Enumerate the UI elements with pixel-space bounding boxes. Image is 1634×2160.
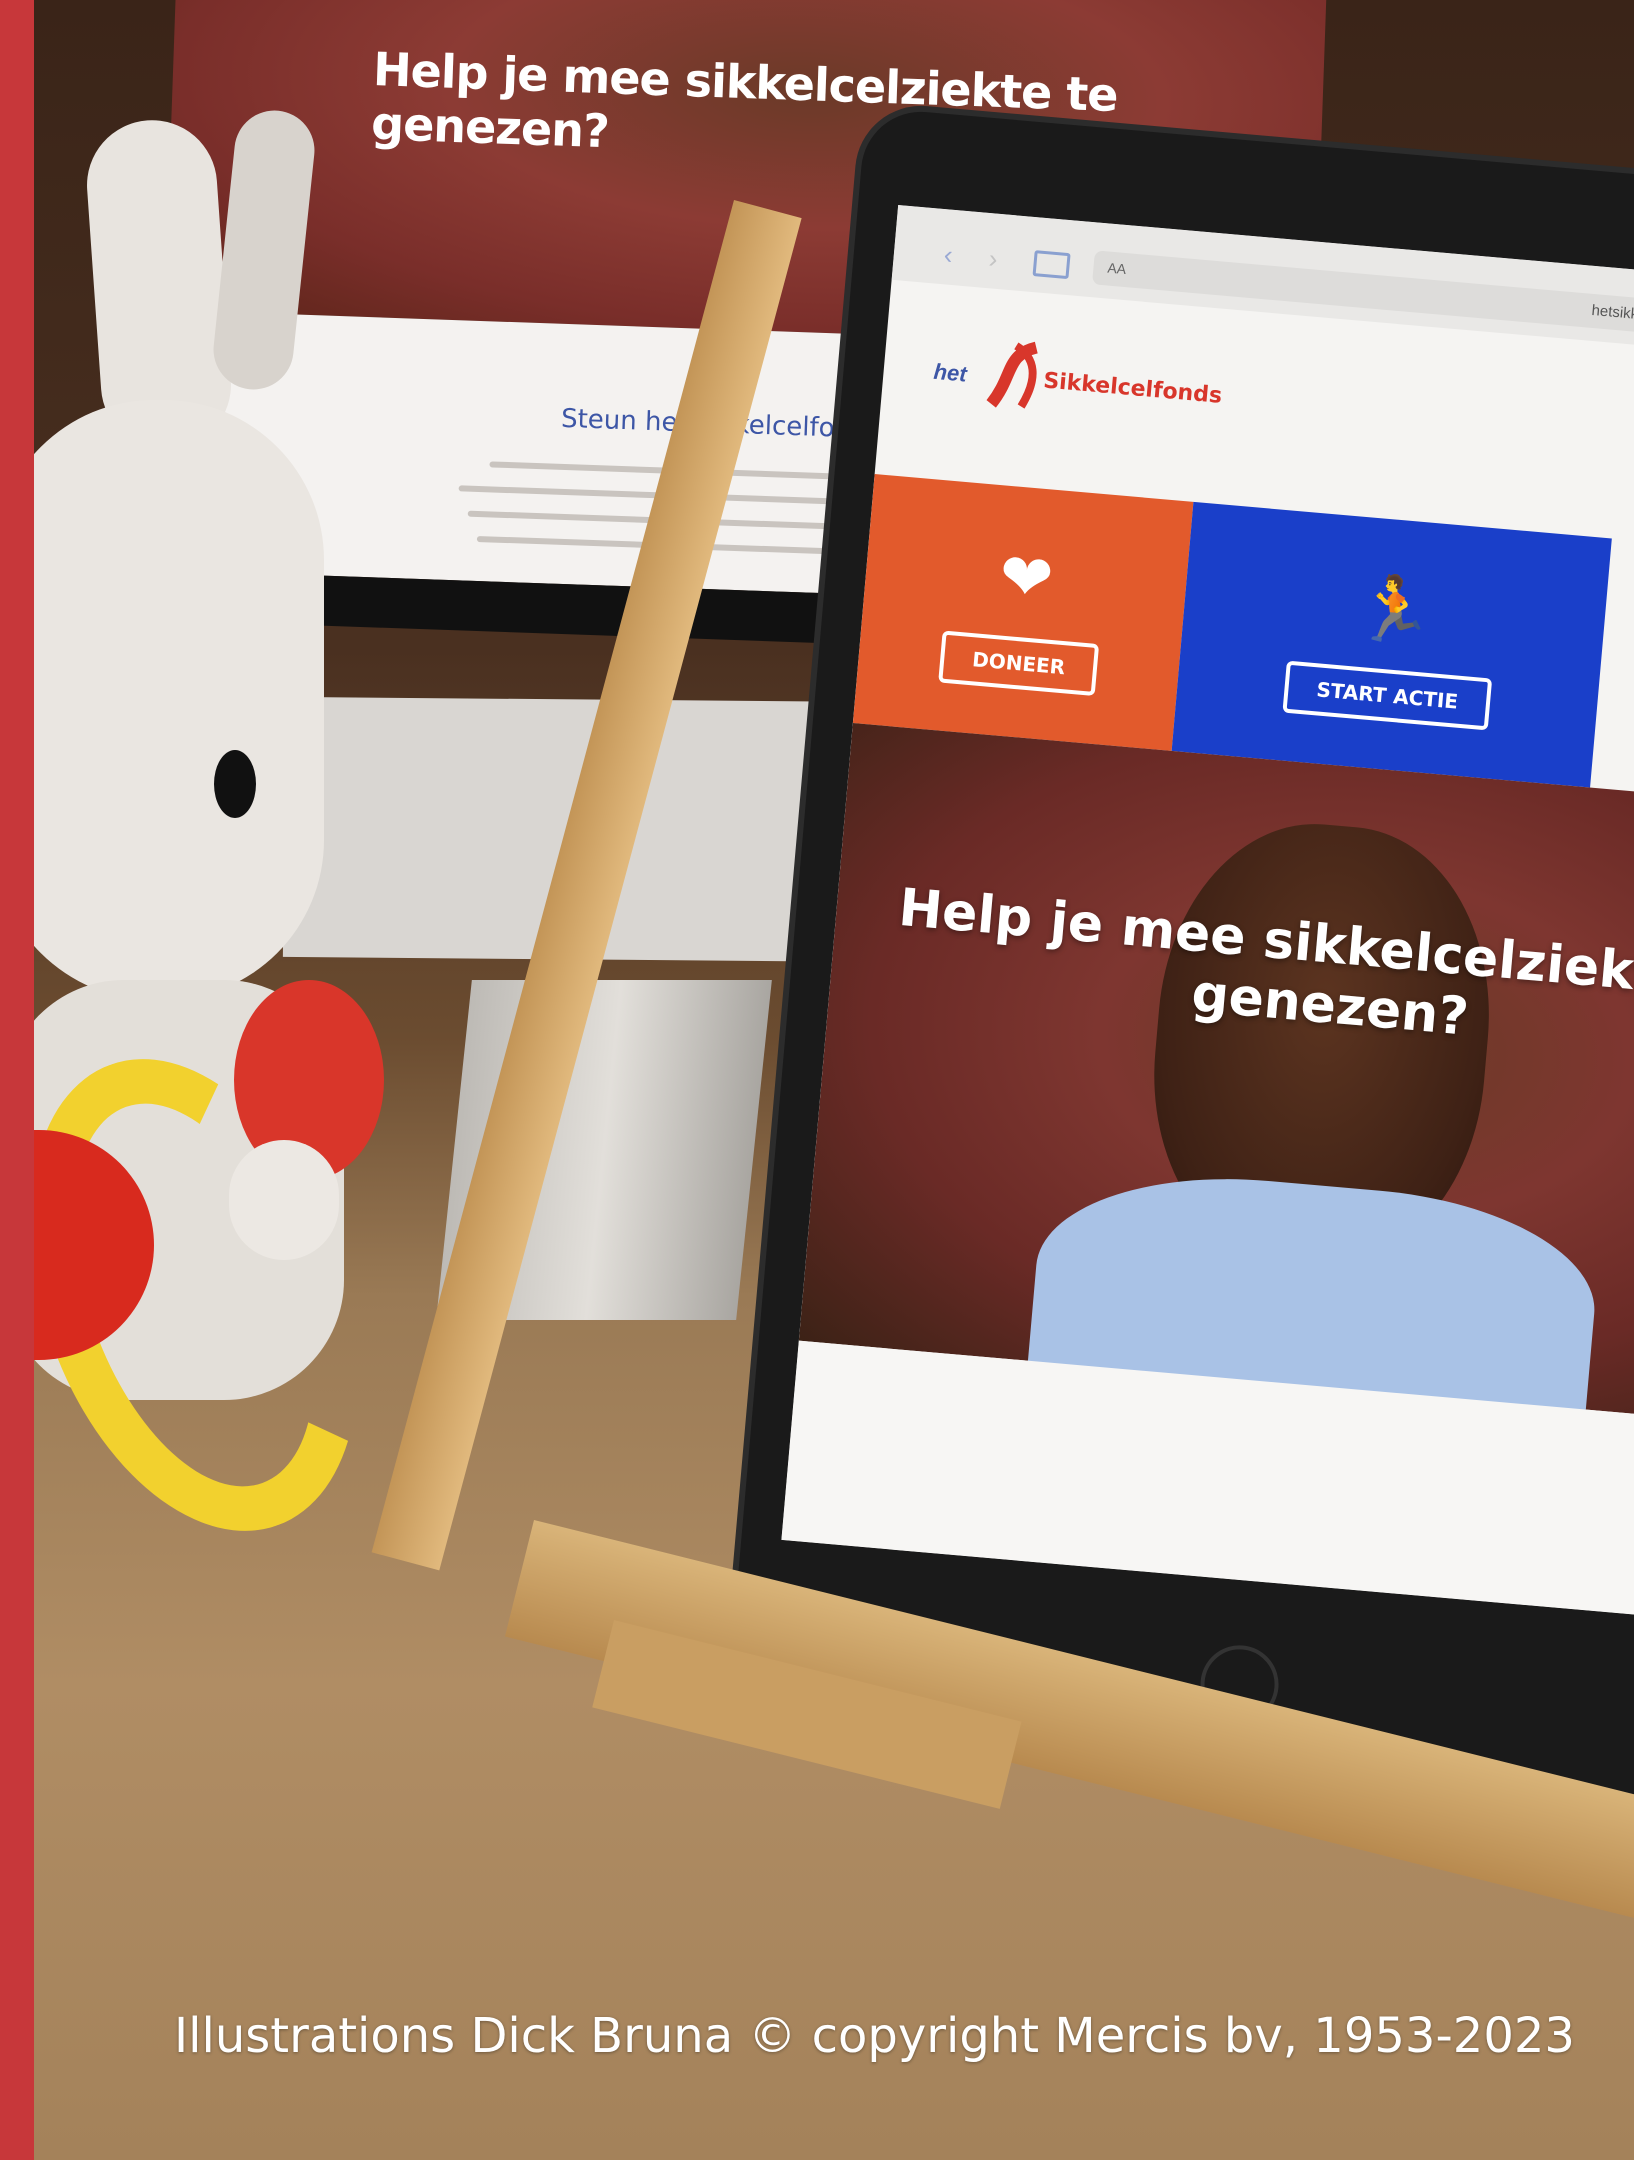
doneer-tile[interactable]: ❤ DONEER: [852, 473, 1194, 751]
running-person-icon: 🏃: [1351, 570, 1438, 650]
photo-scene: Help je mee sikkelcelziekte te genezen? …: [34, 0, 1634, 2160]
sikkelcelfonds-logo[interactable]: het Sikkelcelfonds: [931, 319, 1258, 437]
heart-hand-icon: ❤: [996, 539, 1057, 616]
hero-banner: Help je mee sikkelcelziekte te genezen?: [798, 723, 1634, 1470]
address-bar[interactable]: AA hetsikkelcelfonds: [1092, 250, 1634, 351]
red-side-strip: [0, 0, 34, 2160]
miffy-plush: [34, 100, 419, 1577]
paw: [229, 1140, 339, 1260]
back-arrow-icon[interactable]: ‹: [943, 239, 954, 271]
bookmarks-icon[interactable]: [1032, 250, 1071, 280]
logo-het: het: [932, 358, 968, 387]
head: [34, 400, 324, 1000]
tablet-screen: ‹ › AA hetsikkelcelfonds het Sikkelcelfo…: [781, 205, 1634, 1626]
ear-right: [209, 106, 319, 394]
copyright-caption: Illustrations Dick Bruna © copyright Mer…: [174, 2008, 1575, 2064]
start-actie-tile[interactable]: 🏃 START ACTIE: [1171, 501, 1612, 788]
tablet-device: ‹ › AA hetsikkelcelfonds het Sikkelcelfo…: [725, 106, 1634, 1814]
start-actie-button[interactable]: START ACTIE: [1282, 660, 1493, 731]
eye: [214, 750, 256, 818]
reader-aa-button[interactable]: AA: [1107, 260, 1127, 278]
logo-name: Sikkelcelfonds: [1042, 368, 1224, 409]
url-text: hetsikkelcelfonds: [1590, 301, 1634, 329]
forward-arrow-icon[interactable]: ›: [988, 243, 999, 275]
doneer-button[interactable]: DONEER: [938, 630, 1100, 697]
